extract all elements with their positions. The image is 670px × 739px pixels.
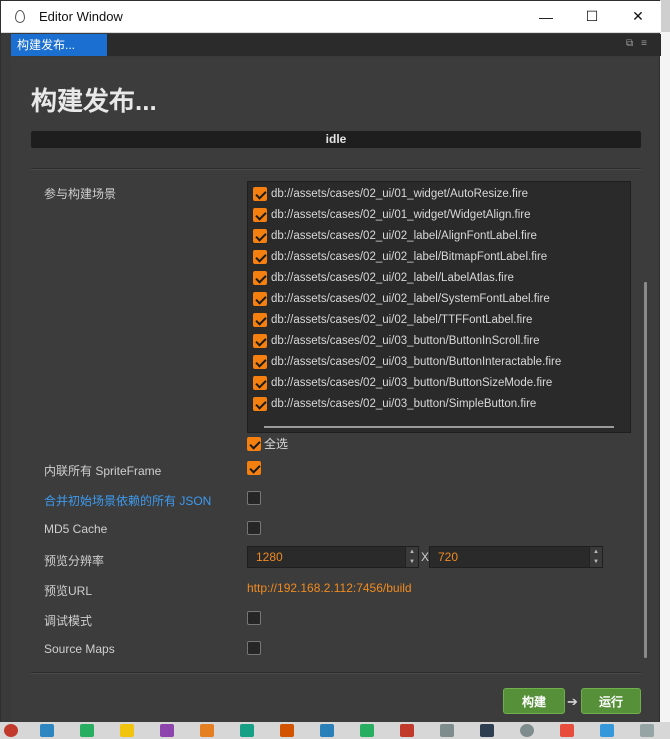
scene-path: db://assets/cases/02_ui/03_button/Button… bbox=[271, 335, 540, 347]
scene-checkbox[interactable] bbox=[253, 292, 267, 306]
scene-list-item[interactable]: db://assets/cases/02_ui/03_button/Button… bbox=[253, 373, 552, 393]
scene-list[interactable]: db://assets/cases/02_ui/01_widget/AutoRe… bbox=[247, 181, 631, 433]
scene-checkbox[interactable] bbox=[253, 208, 267, 222]
select-all-row[interactable]: 全选 bbox=[247, 435, 288, 452]
scene-path: db://assets/cases/02_ui/02_label/LabelAt… bbox=[271, 272, 514, 284]
inline-spriteframe-label: 内联所有 SpriteFrame bbox=[44, 464, 162, 478]
select-all-label: 全选 bbox=[264, 437, 289, 451]
taskbar-app-icon[interactable] bbox=[280, 724, 294, 737]
tab-build[interactable]: 构建发布... bbox=[11, 34, 107, 56]
taskbar-app-icon[interactable] bbox=[320, 724, 334, 737]
tab-menu-icons[interactable]: ⧉≡ bbox=[626, 38, 655, 49]
preview-resolution-label: 预览分辨率 bbox=[44, 554, 105, 568]
editor-window: Editor Window — ☐ ✕ 构建发布... ⧉≡ 构建发布... i… bbox=[0, 0, 661, 739]
select-all-checkbox[interactable] bbox=[247, 436, 261, 451]
taskbar-app-icon[interactable] bbox=[520, 724, 534, 737]
scene-list-item[interactable]: db://assets/cases/02_ui/02_label/LabelAt… bbox=[253, 268, 514, 288]
scene-list-item[interactable]: db://assets/cases/02_ui/02_label/SystemF… bbox=[253, 289, 550, 309]
build-panel: 构建发布... idle 参与构建场景 db://assets/cases/02… bbox=[11, 57, 659, 731]
taskbar-app-icon[interactable] bbox=[600, 724, 614, 737]
taskbar-app-icon[interactable] bbox=[200, 724, 214, 737]
scene-checkbox[interactable] bbox=[253, 376, 267, 390]
status-bar: idle bbox=[31, 131, 641, 148]
taskbar-app-icon[interactable] bbox=[160, 724, 174, 737]
merge-json-label: 合并初始场景依赖的所有 JSON bbox=[44, 494, 212, 508]
inline-spriteframe-checkbox[interactable] bbox=[247, 461, 261, 475]
scene-path: db://assets/cases/02_ui/01_widget/Widget… bbox=[271, 209, 531, 221]
title-bar[interactable]: Editor Window — ☐ ✕ bbox=[1, 1, 661, 33]
scene-path: db://assets/cases/02_ui/02_label/BitmapF… bbox=[271, 251, 548, 263]
resolution-width-value: 1280 bbox=[256, 550, 283, 564]
build-button[interactable]: 构建 bbox=[503, 688, 565, 714]
scene-path: db://assets/cases/02_ui/03_button/Button… bbox=[271, 377, 553, 389]
scene-list-item[interactable]: db://assets/cases/02_ui/02_label/AlignFo… bbox=[253, 226, 537, 246]
taskbar-app-icon[interactable] bbox=[480, 724, 494, 737]
md5-cache-label: MD5 Cache bbox=[44, 522, 108, 536]
arrow-right-icon: ➔ bbox=[567, 694, 578, 709]
source-maps-label: Source Maps bbox=[44, 642, 115, 656]
scene-list-item[interactable]: db://assets/cases/02_ui/03_button/Button… bbox=[253, 331, 540, 351]
resolution-width-input[interactable]: 1280 ▲ ▼ bbox=[247, 546, 419, 568]
scene-checkbox[interactable] bbox=[253, 334, 267, 348]
scene-list-item[interactable]: db://assets/cases/02_ui/02_label/TTFFont… bbox=[253, 310, 532, 330]
scene-list-item[interactable]: db://assets/cases/02_ui/02_label/BitmapF… bbox=[253, 247, 547, 267]
taskbar-app-icon[interactable] bbox=[4, 724, 18, 737]
app-drop-icon bbox=[15, 10, 25, 23]
resolution-separator: X bbox=[421, 550, 430, 564]
scene-list-item[interactable]: db://assets/cases/02_ui/03_button/Button… bbox=[253, 352, 561, 372]
taskbar-app-icon[interactable] bbox=[400, 724, 414, 737]
scenes-label: 参与构建场景 bbox=[44, 187, 117, 201]
minimize-button[interactable]: — bbox=[523, 1, 569, 32]
divider-top bbox=[31, 168, 641, 170]
preview-url-label: 预览URL bbox=[44, 584, 93, 598]
source-maps-checkbox[interactable] bbox=[247, 641, 261, 655]
resolution-height-input[interactable]: 720 ▲ ▼ bbox=[429, 546, 603, 568]
scene-checkbox[interactable] bbox=[253, 187, 267, 201]
scene-checkbox[interactable] bbox=[253, 355, 267, 369]
md5-cache-checkbox[interactable] bbox=[247, 521, 261, 535]
merge-json-checkbox[interactable] bbox=[247, 491, 261, 505]
taskbar-app-icon[interactable] bbox=[120, 724, 134, 737]
scene-checkbox[interactable] bbox=[253, 397, 267, 411]
tab-bar: 构建发布... ⧉≡ bbox=[11, 34, 661, 56]
scene-checkbox[interactable] bbox=[253, 271, 267, 285]
taskbar-app-icon[interactable] bbox=[40, 724, 54, 737]
resolution-height-value: 720 bbox=[438, 550, 459, 564]
scene-path: db://assets/cases/02_ui/01_widget/AutoRe… bbox=[271, 188, 528, 200]
taskbar-app-icon[interactable] bbox=[360, 724, 374, 737]
window-title: Editor Window bbox=[39, 9, 123, 24]
taskbar-app-icon[interactable] bbox=[80, 724, 94, 737]
taskbar-app-icon[interactable] bbox=[240, 724, 254, 737]
preview-url-link[interactable]: http://192.168.2.112:7456/build bbox=[247, 581, 412, 595]
scene-list-item[interactable]: db://assets/cases/02_ui/01_widget/Widget… bbox=[253, 205, 531, 225]
taskbar-app-icon[interactable] bbox=[640, 724, 654, 737]
scene-checkbox[interactable] bbox=[253, 250, 267, 264]
taskbar-app-icon[interactable] bbox=[560, 724, 574, 737]
taskbar bbox=[0, 722, 670, 739]
scene-path: db://assets/cases/02_ui/02_label/TTFFont… bbox=[271, 314, 533, 326]
run-button[interactable]: 运行 bbox=[581, 688, 641, 714]
scene-checkbox[interactable] bbox=[253, 229, 267, 243]
background-app-strip bbox=[660, 32, 670, 722]
close-button[interactable]: ✕ bbox=[615, 1, 661, 32]
scene-list-hscroll[interactable] bbox=[264, 426, 614, 428]
height-stepper-icon[interactable]: ▲ ▼ bbox=[589, 547, 602, 567]
debug-mode-checkbox[interactable] bbox=[247, 611, 261, 625]
taskbar-app-icon[interactable] bbox=[440, 724, 454, 737]
scene-checkbox[interactable] bbox=[253, 313, 267, 327]
divider-bottom bbox=[31, 672, 641, 674]
panel-scrollbar[interactable] bbox=[644, 282, 647, 658]
debug-mode-label: 调试模式 bbox=[44, 614, 93, 628]
scene-path: db://assets/cases/02_ui/03_button/Button… bbox=[271, 356, 562, 368]
maximize-button[interactable]: ☐ bbox=[569, 1, 615, 32]
scene-list-item[interactable]: db://assets/cases/02_ui/01_widget/AutoRe… bbox=[253, 184, 528, 204]
scene-list-item[interactable]: db://assets/cases/02_ui/03_button/Simple… bbox=[253, 394, 536, 414]
page-title: 构建发布... bbox=[31, 86, 157, 116]
scene-path: db://assets/cases/02_ui/03_button/Simple… bbox=[271, 398, 537, 410]
width-stepper-icon[interactable]: ▲ ▼ bbox=[405, 547, 418, 567]
scene-path: db://assets/cases/02_ui/02_label/SystemF… bbox=[271, 293, 550, 305]
scene-path: db://assets/cases/02_ui/02_label/AlignFo… bbox=[271, 230, 537, 242]
